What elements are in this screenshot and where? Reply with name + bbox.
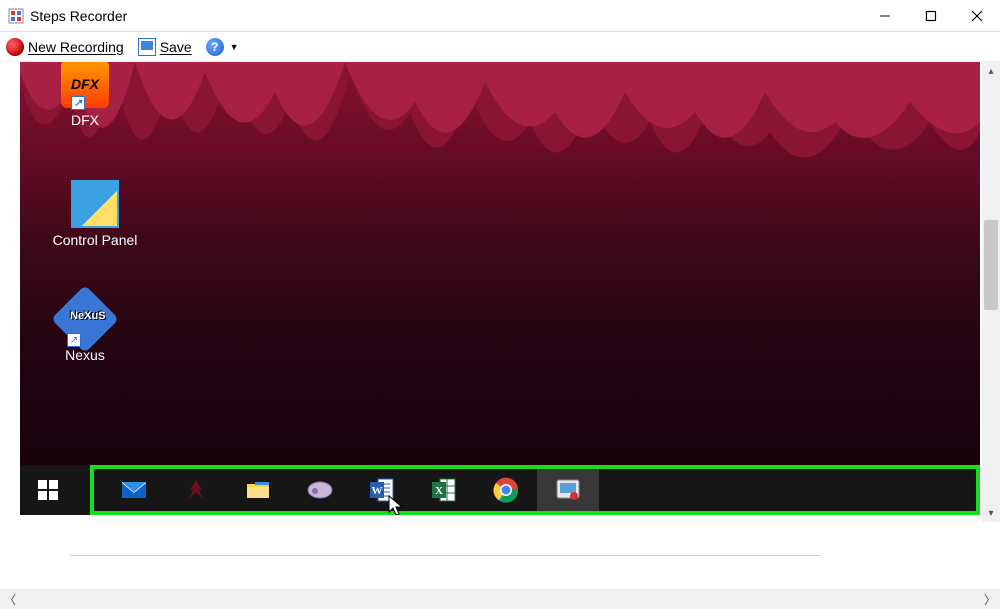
horizontal-scrollbar[interactable]: 〈 〉	[0, 589, 1000, 609]
minimize-button[interactable]	[862, 0, 908, 31]
mail-icon	[120, 476, 148, 504]
scroll-left-icon[interactable]: 〈	[0, 591, 20, 608]
close-button[interactable]	[954, 0, 1000, 31]
steps-recorder-icon	[554, 476, 582, 504]
desktop-icon-dfx[interactable]: DFX ↗ DFX	[45, 62, 125, 128]
help-icon: ?	[206, 38, 224, 56]
captured-desktop: DFX ↗ DFX Control Panel NeXuS ↗ Nexus	[20, 62, 980, 515]
scroll-down-icon[interactable]: ▾	[982, 504, 1000, 522]
scrollbar-track[interactable]	[20, 589, 980, 609]
help-dropdown[interactable]: ? ▼	[206, 38, 239, 56]
dfx-icon: DFX ↗	[61, 62, 109, 108]
taskbar-region: W X	[20, 465, 980, 515]
new-recording-label: New Recording	[28, 39, 124, 55]
new-recording-button[interactable]: New Recording	[6, 38, 124, 56]
wallpaper-trees	[20, 62, 980, 212]
desktop-icon-control-panel[interactable]: Control Panel	[45, 180, 145, 248]
app-icon	[8, 8, 24, 24]
save-label: Save	[160, 39, 192, 55]
toolbar: New Recording Save ? ▼	[0, 32, 1000, 62]
taskbar-item-file-explorer[interactable]	[227, 465, 289, 515]
folder-icon	[244, 476, 272, 504]
separator	[70, 555, 820, 556]
shortcut-arrow-icon: ↗	[67, 333, 81, 347]
nexus-icon: NeXuS ↗	[61, 295, 109, 343]
shortcut-arrow-icon: ↗	[71, 96, 85, 110]
titlebar: Steps Recorder	[0, 0, 1000, 32]
window-title: Steps Recorder	[30, 8, 127, 24]
excel-icon: X	[430, 476, 458, 504]
taskbar-item-steps-recorder[interactable]	[537, 465, 599, 515]
chevron-down-icon: ▼	[230, 42, 239, 52]
word-icon: W	[368, 476, 396, 504]
svg-text:X: X	[435, 485, 443, 497]
svg-text:W: W	[372, 485, 383, 497]
steam-icon	[306, 476, 334, 504]
control-panel-icon	[71, 180, 119, 228]
scrollbar-track[interactable]	[982, 80, 1000, 504]
taskbar-item-chrome[interactable]	[475, 465, 537, 515]
recording-viewport: DFX ↗ DFX Control Panel NeXuS ↗ Nexus	[0, 62, 1000, 522]
maximize-button[interactable]	[908, 0, 954, 31]
predator-icon	[182, 476, 210, 504]
taskbar-item-steam[interactable]	[289, 465, 351, 515]
vertical-scrollbar[interactable]: ▴ ▾	[982, 62, 1000, 522]
taskbar: W X	[20, 465, 980, 515]
save-button[interactable]: Save	[138, 38, 192, 56]
taskbar-item-predator[interactable]	[165, 465, 227, 515]
desktop-icon-label: DFX	[45, 112, 125, 128]
scrollbar-thumb[interactable]	[984, 220, 998, 310]
scroll-up-icon[interactable]: ▴	[982, 62, 1000, 80]
desktop-icon-label: Control Panel	[45, 232, 145, 248]
taskbar-item-excel[interactable]: X	[413, 465, 475, 515]
chrome-icon	[492, 476, 520, 504]
start-button[interactable]	[20, 465, 75, 515]
save-icon	[138, 38, 156, 56]
desktop-icon-nexus[interactable]: NeXuS ↗ Nexus	[45, 295, 125, 363]
taskbar-item-mail[interactable]	[103, 465, 165, 515]
record-icon	[6, 38, 24, 56]
taskbar-item-word[interactable]: W	[351, 465, 413, 515]
scroll-right-icon[interactable]: 〉	[980, 591, 1000, 608]
